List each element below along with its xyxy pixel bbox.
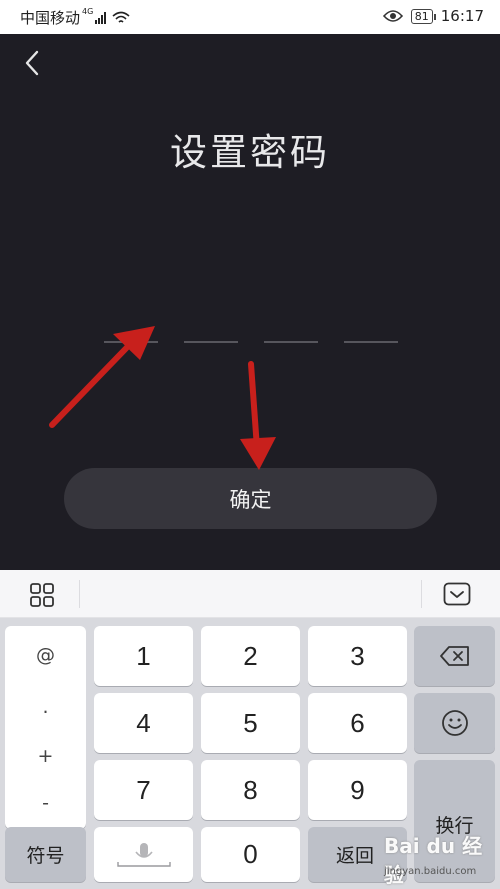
symbols-key[interactable]: 符号 (5, 827, 86, 882)
back-button[interactable] (18, 48, 48, 78)
clock: 16:17 (440, 7, 484, 25)
key-7[interactable]: 7 (94, 760, 193, 820)
status-bar: 中国移动 4G 81 16:17 (0, 0, 500, 34)
key-4[interactable]: 4 (94, 693, 193, 753)
battery-icon: 81 (410, 8, 436, 24)
key-1[interactable]: 1 (94, 626, 193, 686)
key-minus[interactable]: - (5, 792, 86, 814)
toolbar-divider (79, 580, 80, 608)
key-6[interactable]: 6 (308, 693, 407, 753)
microphone-icon (116, 842, 171, 867)
emoji-key[interactable] (414, 693, 495, 753)
keyboard-hide-icon[interactable] (443, 582, 471, 606)
key-8[interactable]: 8 (201, 760, 300, 820)
eye-icon (382, 10, 403, 22)
key-0[interactable]: 0 (201, 827, 300, 882)
backspace-icon (439, 646, 469, 666)
symbol-column: @ . + - (5, 626, 86, 829)
watermark-logo: Bai du 经验 (384, 834, 483, 887)
key-3[interactable]: 3 (308, 626, 407, 686)
pin-slot-4[interactable] (344, 341, 398, 343)
signal-icon (95, 11, 107, 24)
confirm-button[interactable]: 确定 (64, 468, 437, 529)
key-plus[interactable]: + (5, 745, 86, 767)
carrier-label: 中国移动 (20, 9, 81, 27)
chevron-left-icon (25, 50, 39, 76)
space-voice-key[interactable] (94, 827, 193, 882)
keyboard-toolbar (0, 570, 500, 618)
pin-slot-1[interactable] (104, 341, 158, 343)
network-type: 4G (82, 7, 94, 16)
apps-grid-icon[interactable] (29, 582, 55, 608)
page-title: 设置密码 (170, 131, 330, 174)
toolbar-divider (421, 580, 422, 608)
arrow-to-confirm-icon (240, 361, 276, 470)
wifi-icon (112, 11, 130, 23)
backspace-key[interactable] (414, 626, 495, 686)
pin-slot-3[interactable] (264, 341, 318, 343)
emoji-icon (441, 710, 468, 736)
key-5[interactable]: 5 (201, 693, 300, 753)
key-2[interactable]: 2 (201, 626, 300, 686)
key-9[interactable]: 9 (308, 760, 407, 820)
set-password-screen: 设置密码 确定 (0, 34, 500, 570)
watermark-url: jingyan.baidu.com (384, 866, 477, 877)
key-dot[interactable]: . (5, 696, 86, 718)
key-at[interactable]: @ (5, 644, 86, 666)
pin-slot-2[interactable] (184, 341, 238, 343)
